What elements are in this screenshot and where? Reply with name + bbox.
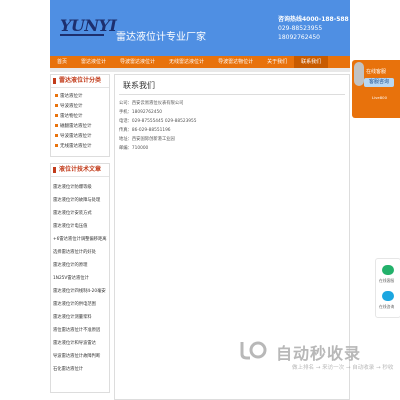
watermark-logo-icon	[240, 341, 267, 360]
bullet-icon	[55, 134, 58, 137]
article-link[interactable]: 雷达液位计测量浆料	[53, 311, 109, 324]
hotline-numbers: 029-88523955 18092762450	[278, 25, 323, 41]
heading-marker-icon	[53, 167, 56, 173]
category-label: 磁翻雷达液位计	[60, 124, 92, 129]
category-label: 导波雷达液位计	[60, 134, 92, 139]
watermark: 自动秒收录 做上排名 → 来访一次 → 自动收录 → 秒收	[238, 340, 398, 380]
message-icon[interactable]	[382, 291, 394, 301]
category-title: 雷达液位计分类	[59, 77, 102, 84]
nav-item-contact[interactable]: 联系我们	[294, 56, 329, 68]
sidebar: 雷达液位计分类 雷达液位计 导波液位计 雷达物位计 磁翻雷达液位计 导波雷达液位…	[50, 74, 110, 400]
agent-avatar-icon	[354, 62, 364, 86]
site-header: YUNYI 雷达液位计专业厂家 咨询热线4000-188-588 029-885…	[50, 0, 350, 56]
category-label: 无线雷达液位计	[60, 144, 92, 149]
articles-box: 液位计技术文章 雷达液位计防爆等级 雷达液位计的故障与处理 雷达液位计安装方式 …	[50, 163, 110, 393]
watermark-brand: 自动秒收录	[276, 344, 362, 363]
article-link[interactable]: +6雷达液位计调整偏移距离	[53, 233, 109, 246]
nav-item-guided-radar-material[interactable]: 导波雷达物位计	[211, 56, 260, 68]
category-list: 雷达液位计 导波液位计 雷达物位计 磁翻雷达液位计 导波雷达液位计 无线雷达液位…	[51, 88, 109, 156]
category-item[interactable]: 导波雷达液位计	[55, 132, 109, 142]
contact-line-mobile: 手机：18092762450	[119, 110, 162, 115]
article-link[interactable]: 雷达液位计和导波雷达	[53, 337, 109, 350]
nav-item-about[interactable]: 关于我们	[260, 56, 294, 68]
category-item[interactable]: 导波液位计	[55, 102, 109, 112]
bullet-icon	[55, 104, 58, 107]
bullet-icon	[55, 114, 58, 117]
nav-item-wireless-radar[interactable]: 无线雷达液位计	[162, 56, 211, 68]
chat-label-consult[interactable]: 在线咨询	[379, 304, 394, 310]
article-link[interactable]: 选择雷达液位计的好处	[53, 246, 109, 259]
article-link[interactable]: 雷达液位计四线制4-20毫安	[53, 285, 109, 298]
article-link[interactable]: 石化雷达液位计	[53, 363, 109, 376]
logo[interactable]: YUNYI	[60, 16, 117, 35]
watermark-tagline: 做上排名 → 来访一次 → 自动收录 → 秒收	[292, 365, 394, 371]
category-item[interactable]: 雷达液位计	[55, 92, 109, 102]
category-item[interactable]: 磁翻雷达液位计	[55, 122, 109, 132]
bullet-icon	[55, 144, 58, 147]
articles-title: 液位计技术文章	[59, 166, 102, 173]
consult-button[interactable]: 客服咨询	[364, 78, 394, 87]
article-link[interactable]: 雷达液位计电压值	[53, 220, 109, 233]
category-label: 雷达液位计	[60, 94, 83, 99]
nav-item-guided-radar[interactable]: 导波雷达液位计	[113, 56, 162, 68]
heading-marker-icon	[53, 78, 56, 84]
nav-divider	[50, 68, 350, 72]
site-title: 雷达液位计专业厂家	[116, 32, 206, 43]
online-service-widget[interactable]: 在线客服 客服咨询 Live800	[352, 60, 400, 118]
article-link[interactable]: 雷达液位计防爆等级	[53, 181, 109, 194]
bullet-icon	[55, 124, 58, 127]
page-title: 联系我们	[119, 75, 345, 95]
chat-label-service[interactable]: 在线客服	[379, 278, 394, 284]
articles-heading: 液位计技术文章	[51, 164, 109, 177]
bullet-icon	[55, 94, 58, 97]
article-link[interactable]: 雷达液位计的供电范围	[53, 298, 109, 311]
article-link[interactable]: 液位雷达液位计不准原因	[53, 324, 109, 337]
chat-bubble-icon[interactable]	[382, 265, 394, 275]
widget-footer: Live800	[372, 95, 388, 100]
article-link[interactable]: 导波雷达液位计故障判断	[53, 350, 109, 363]
articles-list: 雷达液位计防爆等级 雷达液位计的故障与处理 雷达液位计安装方式 雷达液位计电压值…	[51, 177, 109, 376]
nav-item-radar-level[interactable]: 雷达液位计	[74, 56, 113, 68]
nav-item-home[interactable]: 首页	[50, 56, 74, 68]
contact-line-phone: 电话：029-87555445 029-88523955	[119, 119, 197, 124]
main-nav: 首页 雷达液位计 导波雷达液位计 无线雷达液位计 导波雷达物位计 关于我们 联系…	[50, 56, 350, 68]
contact-line-company: 公司：西安云易液位仪表有限公司	[119, 101, 184, 106]
hotline: 咨询热线4000-188-588 029-88523955 1809276245…	[278, 15, 350, 42]
contact-info: 公司：西安云易液位仪表有限公司 手机：18092762450 电话：029-87…	[115, 95, 349, 157]
article-link[interactable]: 1N25V雷达液位计	[53, 272, 109, 285]
contact-line-address: 地址：西安国际创新港工业园	[119, 137, 175, 142]
category-box: 雷达液位计分类 雷达液位计 导波液位计 雷达物位计 磁翻雷达液位计 导波雷达液位…	[50, 74, 110, 157]
category-item[interactable]: 雷达物位计	[55, 112, 109, 122]
widget-title: 在线客服	[366, 69, 387, 75]
article-link[interactable]: 雷达液位计的原理	[53, 259, 109, 272]
contact-line-postcode: 邮编：710000	[119, 146, 149, 151]
logo-underline	[60, 34, 104, 36]
category-label: 导波液位计	[60, 104, 83, 109]
article-link[interactable]: 雷达液位计的故障与处理	[53, 194, 109, 207]
hotline-label: 咨询热线4000-188-588	[278, 16, 349, 23]
contact-line-fax: 传真：86-029-88551196	[119, 128, 171, 133]
category-item[interactable]: 无线雷达液位计	[55, 142, 109, 152]
article-link[interactable]: 雷达液位计安装方式	[53, 207, 109, 220]
category-label: 雷达物位计	[60, 114, 83, 119]
category-heading: 雷达液位计分类	[51, 75, 109, 88]
chat-float: 在线客服 在线咨询	[375, 258, 400, 318]
